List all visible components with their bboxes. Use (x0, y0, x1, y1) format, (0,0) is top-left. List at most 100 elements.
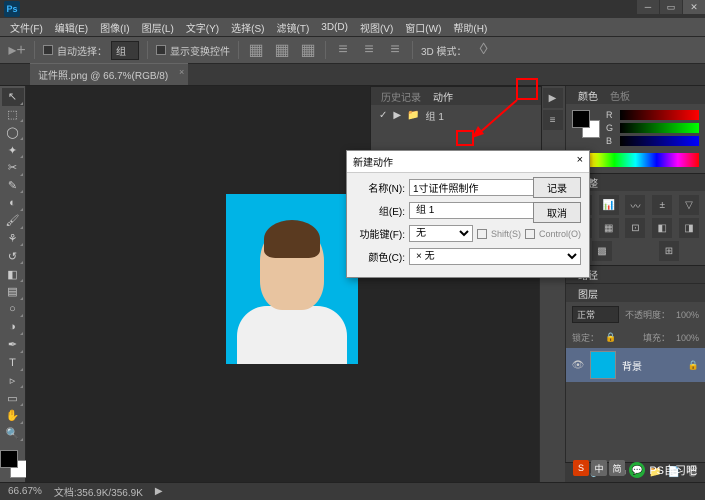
shape-tool[interactable]: ▭ (2, 389, 24, 407)
foreground-color-swatch[interactable] (0, 450, 18, 468)
menu-3d[interactable]: 3D(D) (315, 22, 354, 33)
eraser-tool[interactable]: ◧ (2, 265, 24, 283)
color-tab[interactable]: 颜色 (572, 88, 604, 103)
stamp-tool[interactable]: ⚘ (2, 230, 24, 248)
menu-image[interactable]: 图像(I) (94, 20, 135, 35)
swatches-tab[interactable]: 色板 (604, 88, 636, 103)
ctrl-checkbox[interactable] (525, 229, 535, 239)
move-tool-icon[interactable]: ▸+ (8, 41, 26, 59)
menu-view[interactable]: 视图(V) (354, 20, 399, 35)
strip-icon[interactable]: ≡ (543, 110, 563, 130)
gradient-tool[interactable]: ▤ (2, 283, 24, 301)
menu-edit[interactable]: 编辑(E) (49, 20, 94, 35)
tab-close-icon[interactable]: × (179, 67, 184, 77)
zoom-tool[interactable]: 🔍 (2, 425, 24, 443)
lock-icon[interactable]: 🔒 (688, 360, 699, 371)
minimize-button[interactable]: ─ (637, 0, 659, 14)
adjust-icon[interactable]: ⊞ (659, 241, 679, 261)
maximize-button[interactable]: ▭ (660, 0, 682, 14)
distribute-icon[interactable]: ≡ (386, 41, 404, 59)
g-slider[interactable] (620, 123, 699, 133)
lasso-tool[interactable]: ◯ (2, 123, 24, 141)
menu-type[interactable]: 文字(Y) (180, 20, 225, 35)
b-slider[interactable] (620, 136, 699, 146)
action-set-row[interactable]: ✓ ▶ 📁 组 1 (371, 105, 541, 126)
auto-select-checkbox[interactable] (43, 45, 53, 55)
show-transform-option[interactable]: 显示变换控件 (156, 43, 230, 58)
distribute-icon[interactable]: ≡ (360, 41, 378, 59)
history-tab[interactable]: 历史记录 (375, 89, 427, 104)
document-tab[interactable]: 证件照.png @ 66.7%(RGB/8) × (30, 63, 188, 85)
menu-help[interactable]: 帮助(H) (447, 20, 493, 35)
adjust-icon[interactable]: ▩ (592, 241, 612, 261)
brush-tool[interactable]: 🖌 (2, 212, 24, 230)
visibility-icon[interactable]: 👁 (572, 359, 584, 371)
auto-select-option[interactable]: 自动选择： 组 (43, 41, 139, 60)
auto-select-dropdown[interactable]: 组 (111, 41, 139, 60)
adjust-icon[interactable]: ◧ (652, 218, 672, 238)
cancel-button[interactable]: 取消 (533, 202, 581, 223)
history-brush-tool[interactable]: ↺ (2, 247, 24, 265)
pen-tool[interactable]: ✒ (2, 336, 24, 354)
marquee-tool[interactable]: ⬚ (2, 106, 24, 124)
document-canvas[interactable] (226, 194, 358, 364)
layers-tab[interactable]: 图层 (572, 286, 604, 301)
zoom-level[interactable]: 66.67% (8, 486, 42, 497)
color-swatches[interactable] (0, 450, 28, 478)
fg-swatch[interactable] (572, 110, 590, 128)
info-arrow-icon[interactable]: ▶ (155, 486, 163, 497)
adjust-icon[interactable]: ⊡ (625, 218, 645, 238)
blend-mode-dropdown[interactable]: 正常 (572, 306, 619, 323)
play-action-strip-icon[interactable]: ▶ (543, 88, 563, 108)
color-swatches[interactable] (572, 110, 600, 138)
menu-layer[interactable]: 图层(L) (136, 20, 180, 35)
show-transform-checkbox[interactable] (156, 45, 166, 55)
dodge-tool[interactable]: ◑ (2, 318, 24, 336)
align-icon[interactable]: ▦ (299, 41, 317, 59)
adjust-exposure-icon[interactable]: ± (652, 195, 672, 215)
align-icon[interactable]: ▦ (247, 41, 265, 59)
wand-tool[interactable]: ✦ (2, 141, 24, 159)
opacity-value[interactable]: 100% (676, 310, 699, 320)
adjust-curves-icon[interactable]: 〰 (625, 195, 645, 215)
menu-window[interactable]: 窗口(W) (399, 20, 447, 35)
r-slider[interactable] (620, 110, 699, 120)
fill-value[interactable]: 100% (676, 333, 699, 343)
menu-filter[interactable]: 滤镜(T) (271, 20, 316, 35)
layer-name[interactable]: 背景 (622, 358, 682, 373)
crop-tool[interactable]: ✂ (2, 159, 24, 177)
color-spectrum[interactable] (572, 153, 699, 167)
heal-tool[interactable]: ◐ (2, 194, 24, 212)
checkbox-icon[interactable]: ✓ (379, 110, 387, 121)
move-tool[interactable]: ↖ (2, 88, 24, 106)
record-button[interactable]: 记录 (533, 177, 581, 198)
adjust-levels-icon[interactable]: 📊 (599, 195, 619, 215)
blur-tool[interactable]: ○ (2, 301, 24, 319)
3d-icon[interactable]: ◊ (475, 41, 493, 59)
shift-checkbox[interactable] (477, 229, 487, 239)
doc-info[interactable]: 文档:356.9K/356.9K (54, 484, 143, 499)
adjust-icon[interactable]: ◨ (679, 218, 699, 238)
adjust-icon[interactable]: ▦ (599, 218, 619, 238)
actions-tab[interactable]: 动作 (427, 89, 459, 104)
layer-thumbnail[interactable] (590, 351, 616, 379)
fkey-select[interactable]: 无 (409, 225, 473, 242)
layer-row[interactable]: 👁 背景 🔒 (566, 348, 705, 382)
menu-select[interactable]: 选择(S) (225, 20, 270, 35)
ime-mode[interactable]: 简 (609, 460, 625, 476)
folder-expand-icon[interactable]: ▶ (393, 110, 401, 121)
dialog-titlebar[interactable]: 新建动作 × (347, 151, 589, 173)
hand-tool[interactable]: ✋ (2, 407, 24, 425)
dialog-close-icon[interactable]: × (577, 154, 583, 169)
adjust-vibrance-icon[interactable]: ▽ (679, 195, 699, 215)
color-select[interactable]: × 无 (409, 248, 581, 265)
align-icon[interactable]: ▦ (273, 41, 291, 59)
type-tool[interactable]: T (2, 354, 24, 372)
lock-icon[interactable]: 🔒 (605, 332, 616, 343)
menu-file[interactable]: 文件(F) (4, 20, 49, 35)
ime-lang[interactable]: 中 (591, 460, 607, 476)
eyedropper-tool[interactable]: ✎ (2, 177, 24, 195)
ime-icon[interactable]: S (573, 460, 589, 476)
distribute-icon[interactable]: ≡ (334, 41, 352, 59)
path-tool[interactable]: ▹ (2, 372, 24, 390)
